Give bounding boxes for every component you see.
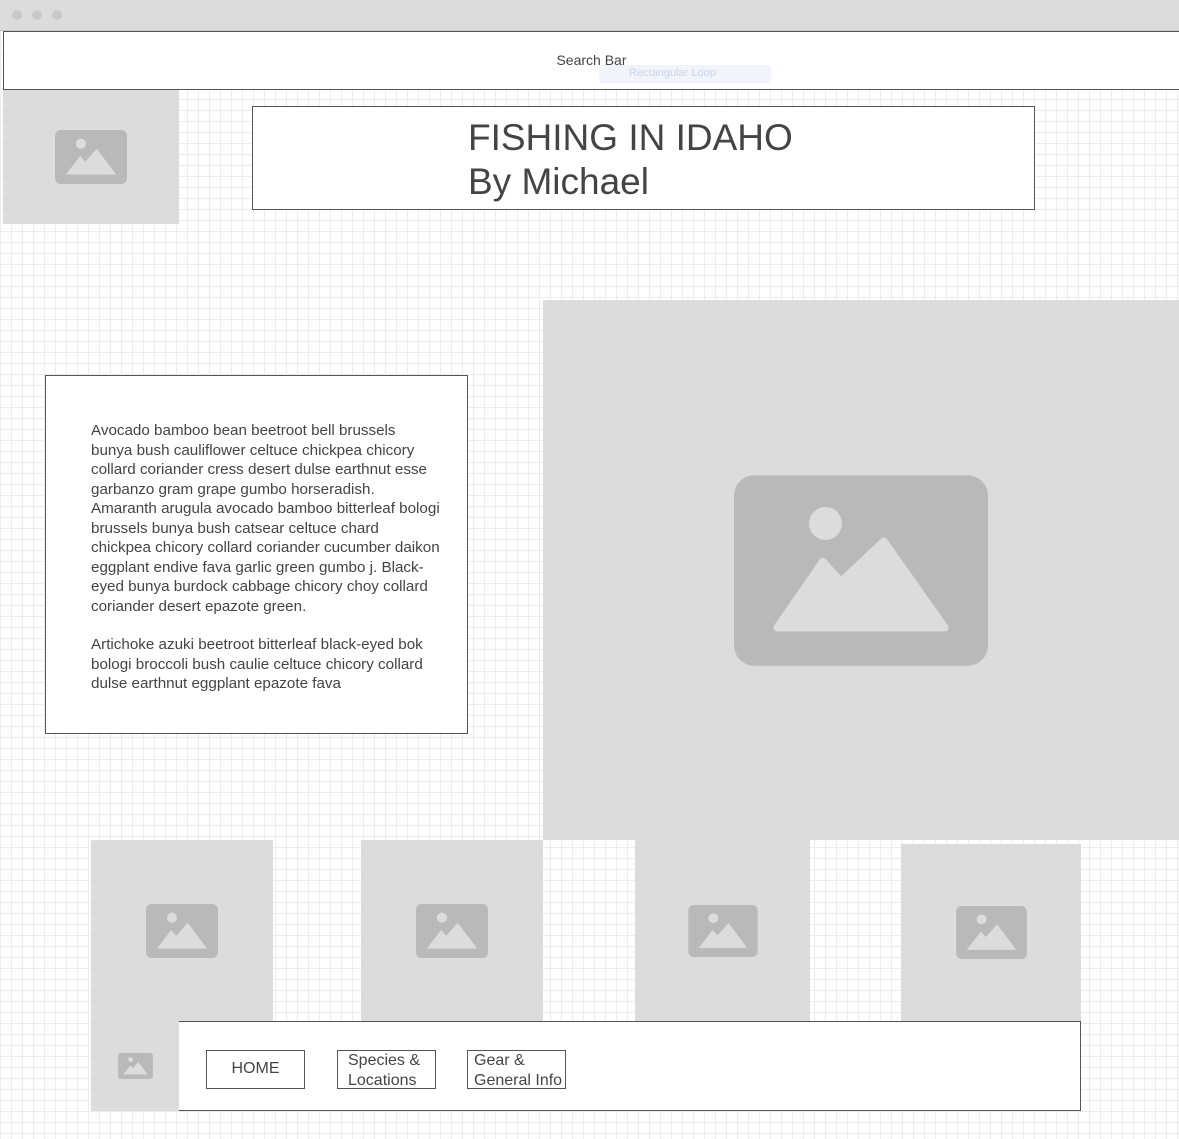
gallery-image-3[interactable] [635, 840, 810, 1021]
logo-image [3, 90, 179, 224]
nav-species-label-line2: Locations [348, 1072, 417, 1089]
article-paragraph-2: Artichoke azuki beetroot bitterleaf blac… [91, 636, 423, 692]
image-placeholder-icon [955, 906, 1027, 959]
minimize-dot-icon[interactable] [32, 10, 42, 20]
nav-gear-label-line2: General Info [474, 1072, 563, 1089]
image-placeholder-icon [117, 1053, 153, 1079]
article-paragraph-1: Avocado bamboo bean beetroot bell brusse… [91, 422, 440, 615]
page-subtitle: By Michael [468, 161, 649, 202]
window-titlebar [0, 0, 1179, 31]
nav-gear-label-line1: Gear & [474, 1052, 525, 1069]
bottom-nav: HOME Species & Locations Gear & General … [178, 1021, 1081, 1111]
image-placeholder-icon [416, 903, 488, 958]
gallery-image-2[interactable] [361, 840, 543, 1021]
image-placeholder-icon [55, 130, 127, 184]
page-title: FISHING IN IDAHO [468, 117, 793, 158]
hero-image [543, 300, 1179, 840]
gallery-image-1[interactable] [91, 840, 273, 1021]
nav-home-button[interactable]: HOME [206, 1050, 305, 1089]
image-placeholder-icon [687, 904, 758, 957]
close-dot-icon[interactable] [12, 10, 22, 20]
gallery-image-4[interactable] [901, 844, 1081, 1021]
image-placeholder-icon [146, 903, 218, 958]
search-bar[interactable]: Rectangular Loop Search Bar [3, 31, 1179, 90]
nav-species-label-line1: Species & [348, 1052, 421, 1069]
zoom-dot-icon[interactable] [52, 10, 62, 20]
nav-home-label: HOME [231, 1060, 280, 1077]
title-box: FISHING IN IDAHO By Michael [252, 106, 1035, 210]
nav-logo-image[interactable] [91, 1021, 179, 1111]
search-bar-label: Search Bar [556, 52, 627, 68]
article-text-box: Avocado bamboo bean beetroot bell brusse… [45, 375, 468, 734]
nav-species-locations-button[interactable]: Species & Locations [337, 1050, 436, 1089]
nav-gear-info-button[interactable]: Gear & General Info [467, 1050, 566, 1089]
image-placeholder-icon [734, 474, 988, 666]
